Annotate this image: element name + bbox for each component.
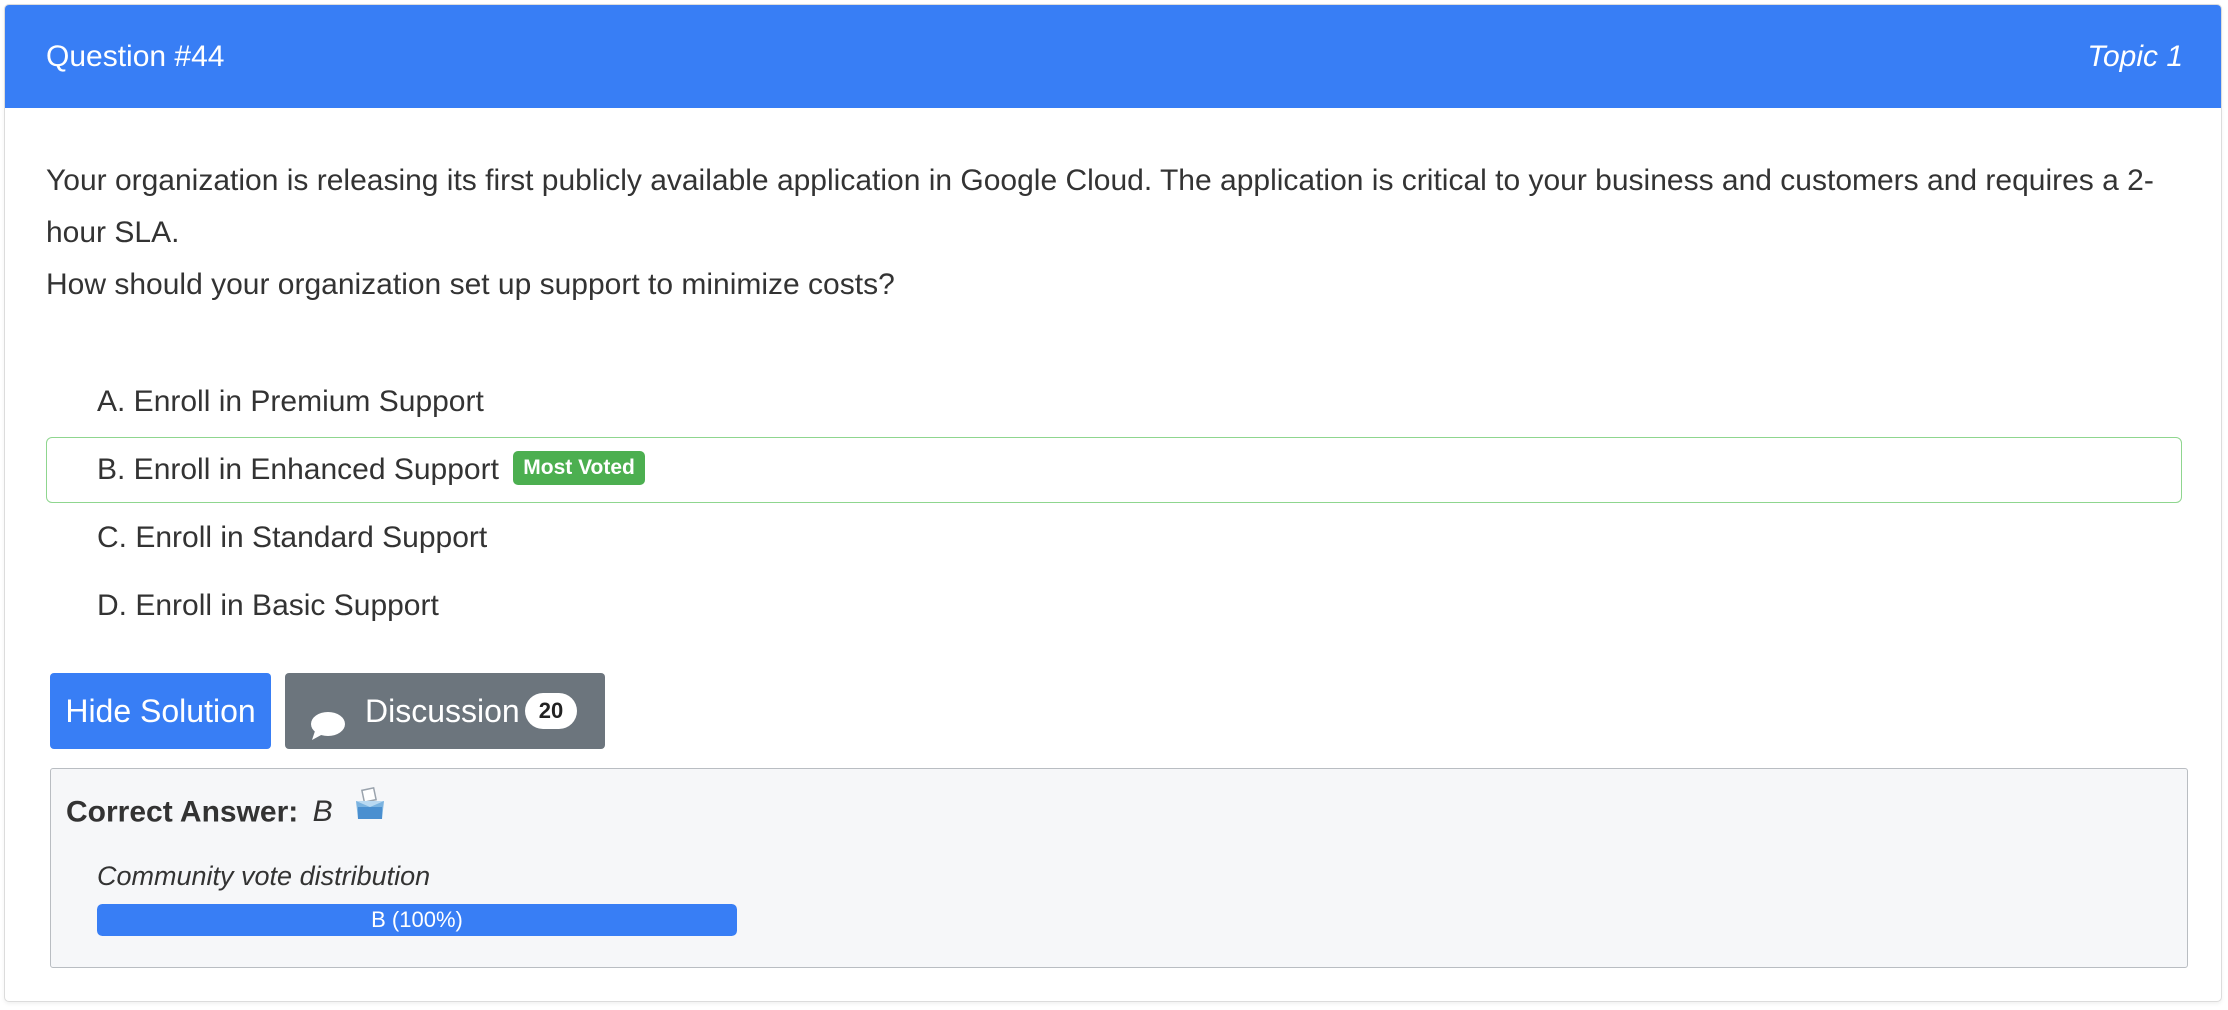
question-header: Question #44 Topic 1 [5, 5, 2221, 108]
most-voted-badge: Most Voted [513, 451, 645, 486]
speech-bubble-icon [309, 694, 347, 740]
choice-b[interactable]: B. Enroll in Enhanced Support Most Voted [46, 437, 2182, 503]
ballot-box-icon[interactable] [353, 786, 387, 832]
correct-answer-line: Correct Answer: B [66, 786, 387, 836]
choice-d[interactable]: D. Enroll in Basic Support [46, 573, 2182, 639]
question-text: Your organization is releasing its first… [46, 155, 2186, 311]
choice-b-label: B. Enroll in Enhanced Support [97, 453, 499, 486]
choice-c-label: C. Enroll in Standard Support [97, 521, 488, 554]
choice-c[interactable]: C. Enroll in Standard Support [46, 505, 2182, 571]
vote-distribution-title: Community vote distribution [97, 861, 431, 891]
discussion-label: Discussion [365, 693, 520, 729]
choices-list: A. Enroll in Premium Support B. Enroll i… [46, 369, 2182, 641]
topic-label: Topic 1 [2087, 40, 2183, 73]
discussion-button[interactable]: Discussion 20 [285, 673, 605, 749]
question-prompt: How should your organization set up supp… [46, 268, 895, 301]
question-number: Question #44 [46, 40, 225, 73]
choice-a-label: A. Enroll in Premium Support [97, 385, 484, 418]
correct-answer-label: Correct Answer: [66, 795, 299, 829]
discussion-count-badge: 20 [525, 693, 577, 729]
hide-solution-button[interactable]: Hide Solution [50, 673, 271, 749]
correct-answer-value: B [312, 795, 333, 829]
question-card: Question #44 Topic 1 Your organization i… [4, 4, 2222, 1002]
hide-solution-label: Hide Solution [65, 693, 256, 729]
answer-panel: Correct Answer: B Community vote distrib… [50, 768, 2188, 968]
choice-d-label: D. Enroll in Basic Support [97, 589, 439, 622]
vote-distribution-bar: B (100%) [97, 904, 737, 936]
vote-bar-fill-b: B (100%) [97, 904, 737, 936]
choice-a[interactable]: A. Enroll in Premium Support [46, 369, 2182, 435]
question-body: Your organization is releasing its first… [46, 164, 2154, 249]
